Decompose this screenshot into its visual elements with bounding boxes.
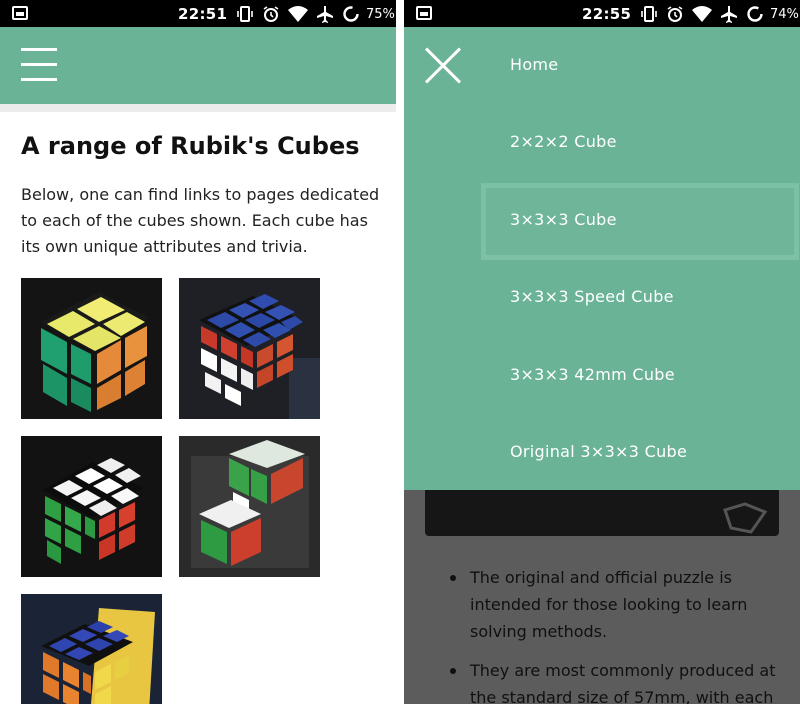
status-time: 22:55 xyxy=(582,5,632,23)
page-title: A range of Rubik's Cubes xyxy=(21,132,360,160)
list-item: The original and official puzzle is inte… xyxy=(444,564,784,645)
thumbnail-speed-cube[interactable] xyxy=(21,436,162,577)
thumbnail-2x2x2-cube[interactable] xyxy=(21,278,162,419)
gallery-notification-icon xyxy=(12,6,28,20)
wifi-icon xyxy=(692,6,712,22)
cube-photo-fragment xyxy=(723,502,768,534)
battery-percent: 75% xyxy=(366,6,395,22)
status-bar: 22:51 75% xyxy=(0,0,396,27)
airplane-mode-icon xyxy=(317,6,333,23)
app-bar xyxy=(0,27,396,104)
wifi-icon xyxy=(288,6,308,22)
battery-percent: 74% xyxy=(770,6,799,22)
vibrate-icon xyxy=(641,6,657,22)
status-time: 22:51 xyxy=(178,5,228,23)
dimmed-page-content: The original and official puzzle is inte… xyxy=(404,490,800,704)
list-item: They are most commonly produced at the s… xyxy=(444,657,784,704)
cube-image-dimmed xyxy=(425,490,779,536)
alarm-icon xyxy=(667,6,683,22)
nav-item-original-cube[interactable]: Original 3×3×3 Cube xyxy=(510,442,687,461)
left-phone-screen: 22:51 75% A range of Rubik's Cubes Below… xyxy=(0,0,396,704)
airplane-mode-icon xyxy=(721,6,737,23)
alarm-icon xyxy=(263,6,279,22)
status-bar: 22:55 74% xyxy=(404,0,800,27)
nav-item-3x3x3-42mm-cube[interactable]: 3×3×3 42mm Cube xyxy=(510,365,675,384)
bullet-list: The original and official puzzle is inte… xyxy=(444,564,784,704)
thumbnail-42mm-cube[interactable] xyxy=(179,436,320,577)
right-phone-screen: 22:55 74% The original and official puzz… xyxy=(404,0,800,704)
page-intro-text: Below, one can find links to pages dedic… xyxy=(21,185,380,256)
navigation-drawer: Home 2×2×2 Cube 3×3×3 Cube 3×3×3 Speed C… xyxy=(404,27,800,490)
thumbnail-3x3x3-cube[interactable] xyxy=(179,278,320,419)
menu-icon[interactable] xyxy=(21,46,57,84)
nav-item-2x2x2-cube[interactable]: 2×2×2 Cube xyxy=(510,132,617,151)
nav-item-3x3x3-cube[interactable]: 3×3×3 Cube xyxy=(510,210,617,229)
nav-item-home[interactable]: Home xyxy=(510,55,558,74)
close-icon[interactable] xyxy=(422,45,464,87)
battery-saver-icon xyxy=(343,6,359,22)
nav-item-3x3x3-speed-cube[interactable]: 3×3×3 Speed Cube xyxy=(510,287,674,306)
battery-saver-icon xyxy=(747,6,763,22)
vibrate-icon xyxy=(237,6,253,22)
gallery-notification-icon xyxy=(416,6,432,20)
thumbnail-original-cube[interactable] xyxy=(21,594,162,704)
